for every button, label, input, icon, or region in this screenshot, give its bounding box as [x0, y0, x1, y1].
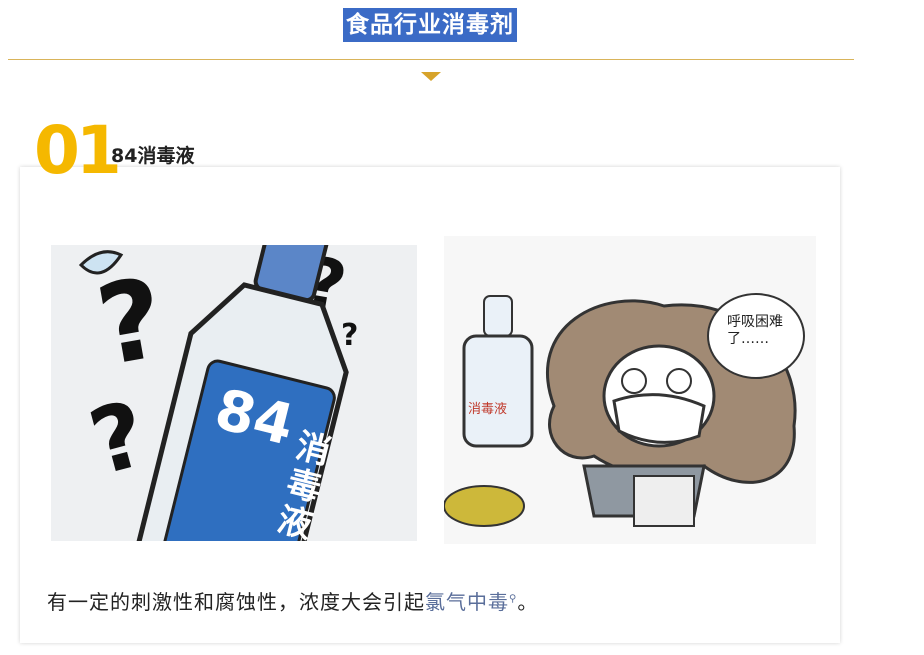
- cartoon-illustration-svg: [444, 236, 816, 544]
- down-arrow-icon: [421, 72, 441, 81]
- caption: 有一定的刺激性和腐蚀性，浓度大会引起氯气中毒⚲。: [47, 586, 538, 615]
- bottle-illustration: ? ? ? ? ? 84 消毒液: [51, 245, 417, 541]
- caption-end: 。: [517, 590, 539, 614]
- bottle-illustration-svg: ? ? ? ? ? 84: [51, 245, 417, 541]
- svg-text:?: ?: [341, 318, 358, 353]
- title-divider: [8, 59, 854, 60]
- chlorine-poisoning-link[interactable]: 氯气中毒: [425, 590, 509, 614]
- section-title: 84消毒液: [111, 145, 195, 167]
- small-bottle-label: 消毒液: [468, 402, 508, 417]
- section-number: 01: [34, 112, 122, 189]
- page-title: 食品行业消毒剂: [343, 8, 517, 42]
- page-title-wrap: 食品行业消毒剂: [0, 8, 860, 42]
- caption-text: 有一定的刺激性和腐蚀性，浓度大会引起: [47, 590, 425, 614]
- cartoon-illustration: 消毒液 呼吸困难了……: [444, 236, 816, 544]
- speech-bubble-text: 呼吸困难了……: [727, 314, 783, 347]
